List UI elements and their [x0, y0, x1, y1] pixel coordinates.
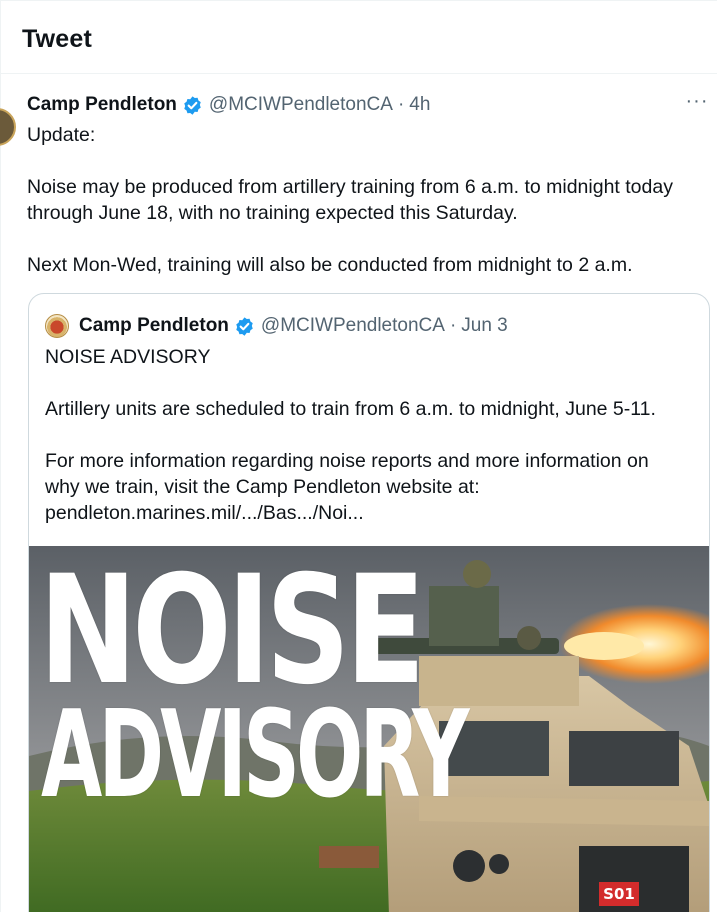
author-avatar[interactable]	[0, 108, 16, 146]
tweet-text-line: Next Mon-Wed, training will also be cond…	[27, 254, 633, 276]
meta-separator: ·	[397, 94, 405, 115]
tweet-header: Camp Pendleton @MCIWPendletonCA · 4h	[27, 92, 430, 118]
tweet-text-line: Noise may be produced from artillery tra…	[27, 176, 673, 198]
quoted-link[interactable]: pendleton.marines.mil/.../Bas.../Noi...	[45, 500, 705, 526]
quoted-tweet-header: Camp Pendleton @MCIWPendletonCA · Jun 3	[45, 313, 508, 339]
tweet-text-line: through June 18, with no training expect…	[27, 202, 518, 224]
author-name[interactable]: Camp Pendleton	[27, 94, 177, 116]
meta-separator: ·	[449, 315, 457, 336]
quoted-media-image[interactable]: NOISE ADVISORY S01	[29, 546, 709, 912]
verified-badge-icon	[182, 95, 203, 116]
tweet-text-line: Update:	[27, 124, 96, 146]
page-title: Tweet	[22, 25, 92, 53]
quoted-text-line: NOISE ADVISORY	[45, 346, 211, 368]
quoted-author-name: Camp Pendleton	[79, 315, 229, 336]
author-handle[interactable]: @MCIWPendletonCA	[209, 94, 393, 116]
image-headline-advisory: ADVISORY	[41, 686, 469, 825]
quoted-author-handle: @MCIWPendletonCA	[260, 315, 445, 336]
quoted-text-line: Artillery units are scheduled to train f…	[45, 398, 656, 420]
quoted-timestamp: Jun 3	[461, 315, 508, 336]
image-headline-noise: NOISE	[39, 546, 425, 718]
quoted-text-line: For more information regarding noise rep…	[45, 450, 649, 472]
page-header: Tweet	[0, 1, 717, 74]
quoted-tweet[interactable]: Camp Pendleton @MCIWPendletonCA · Jun 3 …	[28, 293, 710, 912]
quoted-author-avatar	[45, 314, 69, 338]
quoted-text-line: why we train, visit the Camp Pendleton w…	[45, 476, 480, 498]
more-options-icon[interactable]: ···	[684, 91, 710, 114]
tweet-page: Tweet Camp Pendleton @MCIWPendletonCA · …	[0, 0, 717, 912]
vehicle-plate: S01	[599, 882, 639, 906]
verified-badge-icon	[234, 316, 255, 337]
tweet-timestamp[interactable]: 4h	[409, 94, 430, 116]
